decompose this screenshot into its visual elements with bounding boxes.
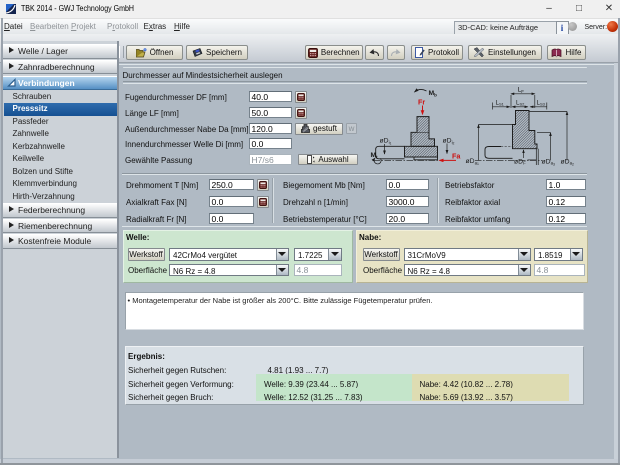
svg-text:øDa1: øDa1 [466,158,480,166]
svg-text:øDi2: øDi2 [443,138,455,146]
svg-text:LF: LF [518,87,525,94]
svg-text:øDa2: øDa2 [561,158,575,166]
svg-text:Fr: Fr [418,98,425,107]
svg-text:øDi1: øDi1 [380,138,392,146]
svg-text:LS3: LS3 [537,99,546,106]
svg-text:øDa3: øDa3 [542,158,556,166]
svg-text:LS2: LS2 [516,99,525,106]
svg-text:øDF: øDF [514,158,526,165]
svg-text:Fa: Fa [452,152,461,161]
svg-text:Mb: Mb [429,90,438,97]
svg-text:Mt: Mt [371,152,379,159]
svg-text:LS1: LS1 [496,99,505,106]
